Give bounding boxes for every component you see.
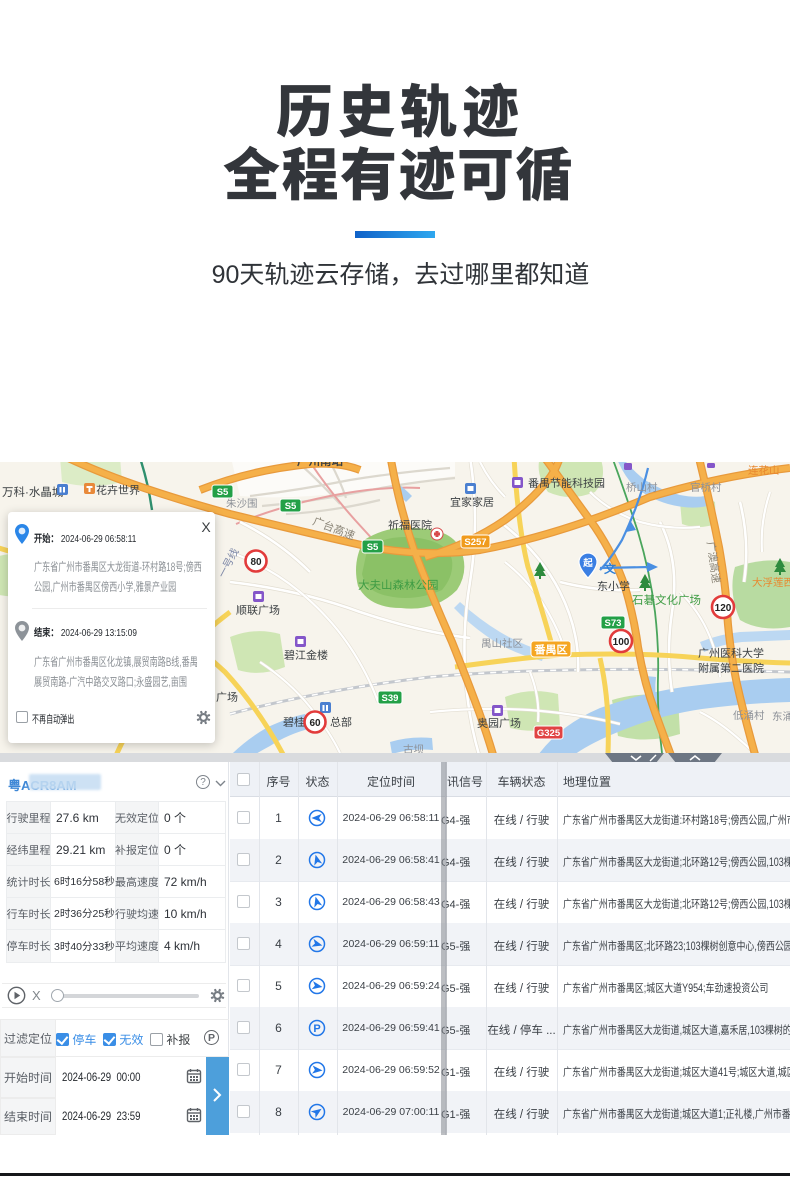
svg-text:S5: S5 [217,487,229,498]
svg-text:100: 100 [613,637,630,648]
svg-text:60: 60 [309,718,321,729]
svg-text:80: 80 [250,557,262,568]
svg-text:总部: 总部 [330,716,352,729]
svg-text:碧桂: 碧桂 [283,716,305,729]
svg-text:碧江金楼: 碧江金楼 [284,649,328,662]
svg-text:S5: S5 [367,542,379,553]
svg-text:万科·水晶城: 万科·水晶城 [2,486,64,499]
svg-text:石碁文化广场: 石碁文化广场 [632,594,701,607]
svg-text:东涌: 东涌 [772,711,790,723]
svg-text:祈福医院: 祈福医院 [388,519,432,532]
svg-text:禺山社区: 禺山社区 [481,638,523,650]
svg-text:G325: G325 [537,728,561,739]
svg-text:广州南站: 广州南站 [297,462,343,468]
svg-text:奥园广场: 奥园广场 [477,717,521,730]
svg-text:文: 文 [603,562,617,576]
svg-text:番禺节能科技园: 番禺节能科技园 [528,477,605,490]
svg-text:广场: 广场 [216,691,238,704]
svg-text:朱沙围: 朱沙围 [226,498,258,510]
svg-text:官桥村: 官桥村 [690,482,722,494]
svg-text:宜家家居: 宜家家居 [450,496,494,509]
svg-text:顺联广场: 顺联广场 [236,604,280,617]
svg-text:P: P [313,1023,320,1035]
svg-text:连花山: 连花山 [748,465,780,477]
svg-text:附属第二医院: 附属第二医院 [698,662,764,675]
svg-text:起: 起 [582,555,593,569]
svg-text:番禺区: 番禺区 [534,642,568,658]
svg-text:大夫山森林公园: 大夫山森林公园 [358,579,439,592]
svg-text:S39: S39 [382,693,399,704]
svg-text:古坝: 古坝 [403,744,424,753]
svg-text:桥山村: 桥山村 [626,482,658,494]
svg-text:120: 120 [715,603,732,614]
svg-text:广州医科大学: 广州医科大学 [698,647,764,660]
svg-text:花卉世界: 花卉世界 [96,484,140,497]
svg-text:大浮莲西: 大浮莲西 [752,577,790,589]
svg-text:低涌村: 低涌村 [733,710,765,722]
svg-text:S257: S257 [464,537,486,548]
svg-text:S5: S5 [285,501,297,512]
svg-text:S73: S73 [605,618,622,629]
svg-text:东小学: 东小学 [597,580,630,593]
